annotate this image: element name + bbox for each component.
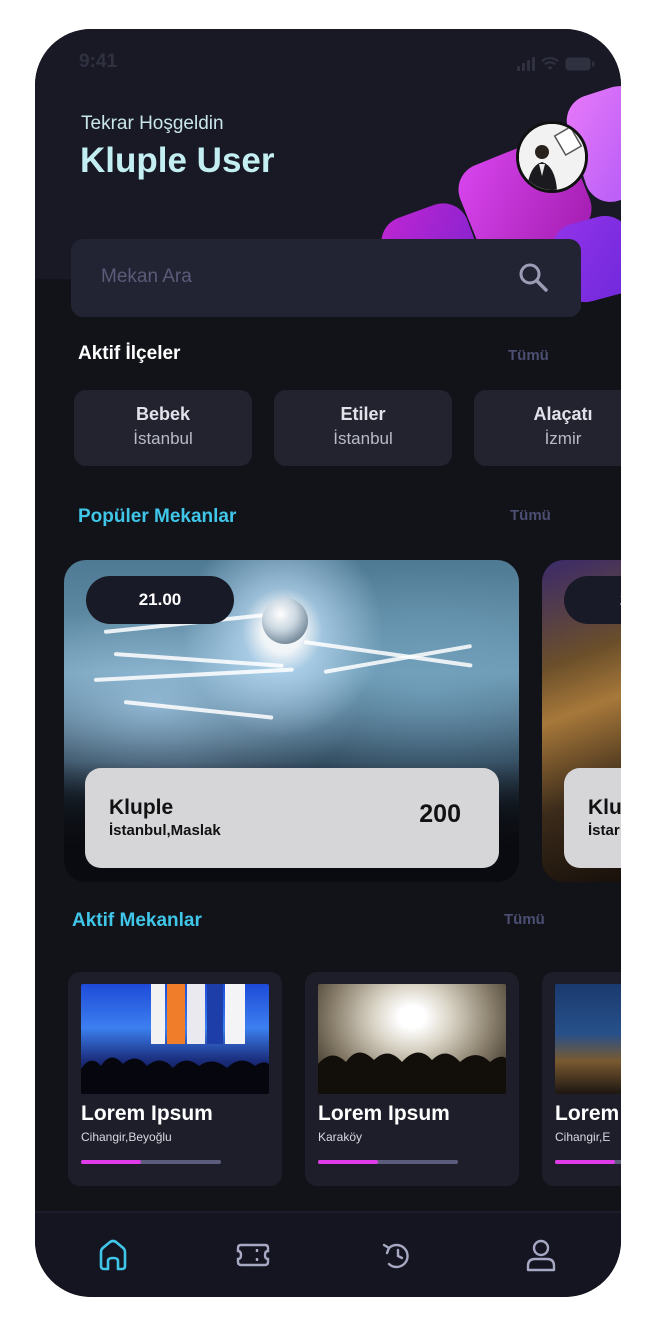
status-icons — [517, 57, 595, 71]
battery-icon — [565, 57, 595, 71]
venue-location: Cihangir,Beyoğlu — [81, 1130, 172, 1144]
venue-location: İstar — [588, 822, 620, 839]
avatar[interactable] — [516, 121, 588, 193]
venue-photo — [555, 984, 621, 1094]
districts-title: Aktif İlçeler — [78, 343, 181, 364]
popular-venue-card[interactable]: 21.00 Kluple İstanbul,Maslak 200 — [64, 560, 519, 882]
bottom-nav — [35, 1211, 621, 1297]
status-time: 9:41 — [79, 51, 118, 72]
district-city: İzmir — [544, 429, 582, 448]
progress-fill — [318, 1160, 379, 1164]
venue-name: Lorem Ipsum — [81, 1102, 213, 1125]
venue-info-panel: Kluple İstanbul,Maslak 200 — [85, 768, 499, 868]
time-badge: 21.00 — [86, 576, 234, 624]
district-city: İstanbul — [333, 429, 393, 448]
page-title: Kluple User — [80, 141, 275, 180]
venue-name: Lorem — [555, 1102, 620, 1125]
district-name: Bebek — [135, 404, 191, 424]
progress-bar — [555, 1160, 621, 1164]
district-name: Etiler — [340, 404, 386, 424]
active-venue-card[interactable]: Lorem Ipsum Karaköy — [305, 972, 519, 1186]
district-card[interactable]: Etiler İstanbul — [274, 390, 452, 466]
venue-name: Klu — [588, 796, 621, 819]
signal-icon — [517, 57, 535, 71]
venue-price: 200 — [419, 800, 461, 828]
districts-see-all-link[interactable]: Tümü — [508, 347, 549, 364]
history-icon[interactable] — [380, 1237, 416, 1273]
wifi-icon — [541, 57, 559, 71]
search-bar[interactable]: Mekan Ara — [71, 239, 581, 317]
venue-info-panel: Klu İstar — [564, 768, 621, 868]
progress-fill — [81, 1160, 142, 1164]
status-bar: 9:41 — [35, 29, 621, 103]
venue-location: İstanbul,Maslak — [109, 822, 221, 839]
disco-ball — [262, 598, 308, 644]
home-icon[interactable] — [95, 1237, 131, 1273]
search-icon[interactable] — [517, 261, 549, 298]
district-card[interactable]: Alaçatı İzmir — [474, 390, 621, 466]
progress-bar — [318, 1160, 458, 1164]
active-venue-card[interactable]: Lorem Cihangir,E — [542, 972, 621, 1186]
venue-name: Kluple — [109, 796, 174, 819]
profile-icon[interactable] — [523, 1237, 559, 1273]
progress-fill — [555, 1160, 616, 1164]
venue-photo — [318, 984, 506, 1094]
district-city: İstanbul — [133, 429, 193, 448]
venue-location: Cihangir,E — [555, 1130, 611, 1144]
venue-location: Karaköy — [318, 1130, 363, 1144]
time-badge: 2 — [564, 576, 621, 624]
progress-bar — [81, 1160, 221, 1164]
greeting-text: Tekrar Hoşgeldin — [81, 113, 224, 134]
active-venue-card[interactable]: Lorem Ipsum Cihangir,Beyoğlu — [68, 972, 282, 1186]
popular-title: Popüler Mekanlar — [78, 506, 237, 527]
district-name: Alaçatı — [533, 404, 593, 424]
ticket-icon[interactable] — [235, 1237, 271, 1273]
search-input[interactable]: Mekan Ara — [101, 266, 192, 288]
venue-name: Lorem Ipsum — [318, 1102, 450, 1125]
active-title: Aktif Mekanlar — [72, 910, 202, 931]
avatar-image — [519, 124, 585, 190]
popular-see-all-link[interactable]: Tümü — [510, 507, 551, 524]
district-card[interactable]: Bebek İstanbul — [74, 390, 252, 466]
phone-screen: 9:41 Tekrar Hoşgeldin Kluple User Mekan … — [35, 29, 621, 1297]
active-see-all-link[interactable]: Tümü — [504, 911, 545, 928]
venue-photo — [81, 984, 269, 1094]
popular-venue-card[interactable]: 2 Klu İstar — [542, 560, 621, 882]
